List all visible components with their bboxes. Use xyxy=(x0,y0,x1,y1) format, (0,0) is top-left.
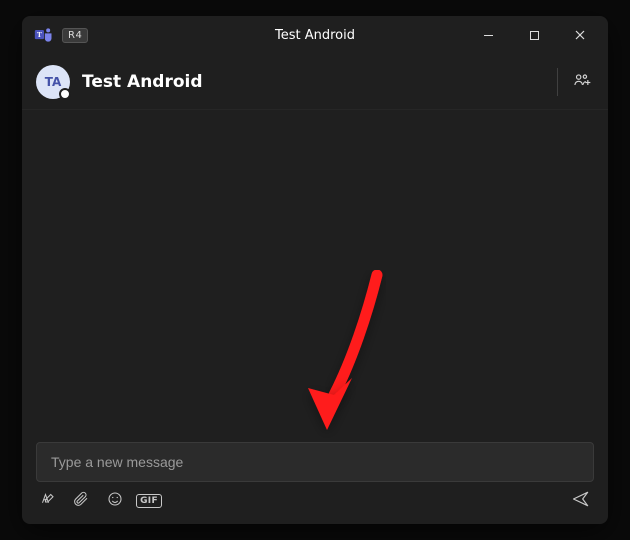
close-button[interactable] xyxy=(560,20,600,50)
emoji-icon xyxy=(106,490,124,512)
add-people-icon xyxy=(572,70,592,94)
app-window: T R4 Test Android TA Test Android xyxy=(22,16,608,524)
annotation-arrow-icon xyxy=(282,270,402,440)
avatar[interactable]: TA xyxy=(36,65,70,99)
badge: R4 xyxy=(62,28,88,43)
send-icon xyxy=(571,489,591,513)
minimize-button[interactable] xyxy=(468,20,508,50)
format-button[interactable] xyxy=(38,492,56,510)
presence-indicator-icon xyxy=(59,88,71,100)
emoji-button[interactable] xyxy=(106,492,124,510)
attach-button[interactable] xyxy=(72,492,90,510)
paperclip-icon xyxy=(72,490,90,512)
chat-messages-area xyxy=(22,110,608,442)
window-controls xyxy=(468,20,600,50)
gif-button[interactable]: GIF xyxy=(140,492,158,510)
app-brand: T R4 xyxy=(34,25,88,45)
header-actions xyxy=(557,68,594,96)
gif-icon: GIF xyxy=(136,494,162,508)
divider xyxy=(557,68,558,96)
compose-area: GIF xyxy=(22,442,608,524)
maximize-button[interactable] xyxy=(514,20,554,50)
send-button[interactable] xyxy=(570,490,592,512)
message-input[interactable] xyxy=(36,442,594,482)
titlebar: T R4 Test Android xyxy=(22,16,608,54)
add-people-button[interactable] xyxy=(570,70,594,94)
format-icon xyxy=(38,490,56,512)
chat-header: TA Test Android xyxy=(22,54,608,110)
chat-title[interactable]: Test Android xyxy=(82,72,203,92)
teams-icon: T xyxy=(34,25,54,45)
svg-text:T: T xyxy=(37,30,42,39)
compose-toolbar: GIF xyxy=(36,482,594,512)
